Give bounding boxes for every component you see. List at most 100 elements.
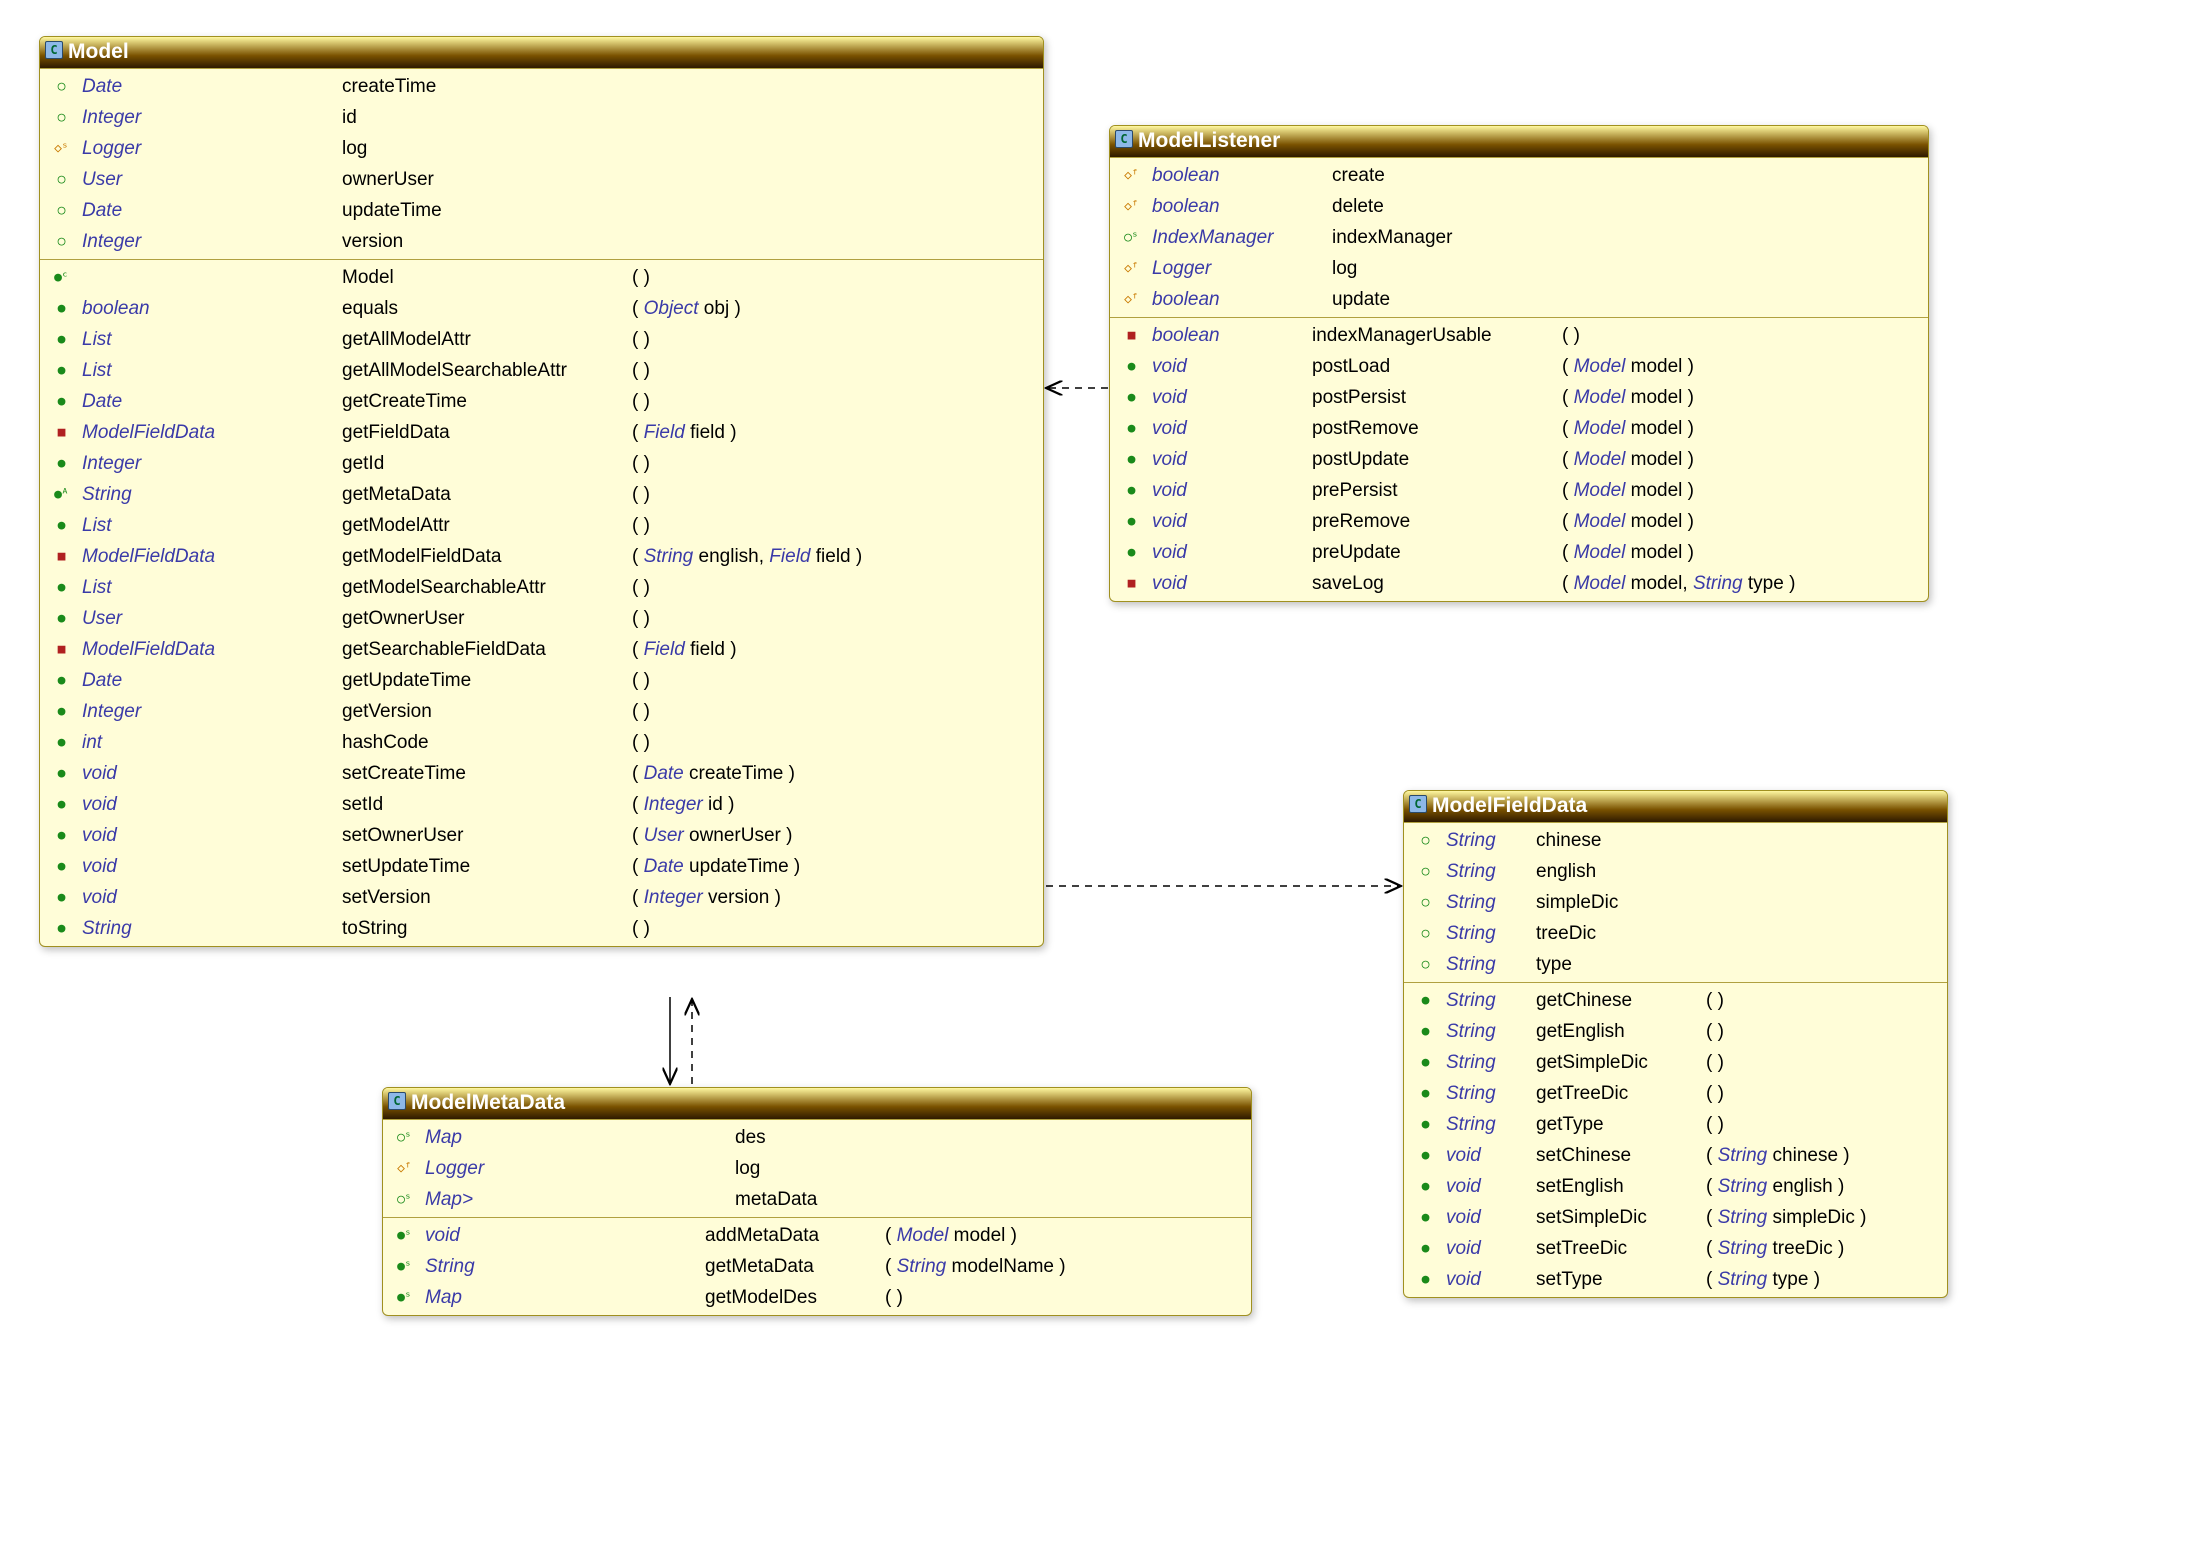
class-member-row: ●StringtoString( ) — [40, 913, 1043, 944]
member-name: setChinese — [1536, 1140, 1706, 1171]
visibility-icon: ●ᴬ — [50, 479, 72, 510]
member-params: ( ) — [632, 603, 1033, 634]
class-member-row: ●IntegergetVersion( ) — [40, 696, 1043, 727]
class-member-row: ○StringsimpleDic — [1404, 887, 1947, 918]
member-name: toString — [342, 913, 632, 944]
member-params: ( Model model ) — [1562, 537, 1918, 568]
member-type: void — [1152, 351, 1312, 382]
visibility-icon: ○ — [1414, 887, 1436, 918]
class-member-row: ●voidpostRemove( Model model ) — [1110, 413, 1928, 444]
class-member-row: ◇ᶠbooleancreate — [1110, 160, 1928, 191]
class-member-row: ●voidsetChinese( String chinese ) — [1404, 1140, 1947, 1171]
member-type: void — [1152, 444, 1312, 475]
member-type: boolean — [1152, 320, 1312, 351]
visibility-icon: ◇ᶠ — [1120, 253, 1142, 284]
member-params: ( Field field ) — [632, 417, 1033, 448]
member-name: getMetaData — [342, 479, 632, 510]
member-params: ( ) — [632, 324, 1033, 355]
member-params: ( ) — [632, 727, 1033, 758]
class-modelMetaData: CModelMetaData○ˢMapdes◇ᶠLoggerlog○ˢMap>m… — [382, 1087, 1252, 1316]
member-name: treeDic — [1536, 918, 1937, 949]
class-member-row: ◇ᶠbooleanupdate — [1110, 284, 1928, 315]
member-name: saveLog — [1312, 568, 1562, 599]
visibility-icon: ● — [50, 882, 72, 913]
member-type: Map — [425, 1282, 705, 1313]
member-name: createTime — [342, 71, 632, 102]
member-name: getEnglish — [1536, 1016, 1706, 1047]
member-name: id — [342, 102, 632, 133]
member-name: update — [1332, 284, 1918, 315]
visibility-icon: ● — [1414, 1233, 1436, 1264]
member-type: boolean — [1152, 284, 1332, 315]
class-member-row: ◇ˢLoggerlog — [40, 133, 1043, 164]
member-type: void — [82, 851, 342, 882]
member-name: postRemove — [1312, 413, 1562, 444]
class-member-row: ○StringtreeDic — [1404, 918, 1947, 949]
member-name: setType — [1536, 1264, 1706, 1295]
class-member-row: ●voidpreUpdate( Model model ) — [1110, 537, 1928, 568]
methods-section: ■booleanindexManagerUsable( )●voidpostLo… — [1110, 317, 1928, 601]
member-params: ( ) — [1706, 1078, 1937, 1109]
member-name: postPersist — [1312, 382, 1562, 413]
visibility-icon: ○ — [1414, 856, 1436, 887]
class-member-row: ■ModelFieldDatagetFieldData( Field field… — [40, 417, 1043, 448]
class-member-row: ●voidsetType( String type ) — [1404, 1264, 1947, 1295]
class-badge-icon: C — [388, 1092, 406, 1110]
member-name: postLoad — [1312, 351, 1562, 382]
member-params: ( ) — [632, 696, 1033, 727]
class-member-row: ●voidpostUpdate( Model model ) — [1110, 444, 1928, 475]
member-params: ( Date updateTime ) — [632, 851, 1033, 882]
member-name: getModelAttr — [342, 510, 632, 541]
member-name: getOwnerUser — [342, 603, 632, 634]
visibility-icon: ● — [50, 696, 72, 727]
class-member-row: ■booleanindexManagerUsable( ) — [1110, 320, 1928, 351]
member-name: metaData — [735, 1184, 1241, 1215]
member-params: ( String treeDic ) — [1706, 1233, 1937, 1264]
member-params: ( String english, Field field ) — [632, 541, 1033, 572]
visibility-icon: ● — [1120, 506, 1142, 537]
member-type: String — [1446, 1078, 1536, 1109]
visibility-icon: ○ — [1414, 918, 1436, 949]
member-name: chinese — [1536, 825, 1937, 856]
member-name: postUpdate — [1312, 444, 1562, 475]
member-name: updateTime — [342, 195, 632, 226]
member-type: Integer — [82, 696, 342, 727]
member-name: setEnglish — [1536, 1171, 1706, 1202]
member-params: ( User ownerUser ) — [632, 820, 1033, 851]
class-member-row: ●ListgetAllModelAttr( ) — [40, 324, 1043, 355]
class-member-row: ●ˢMapgetModelDes( ) — [383, 1282, 1251, 1313]
member-type: void — [1152, 506, 1312, 537]
class-member-row: ○Stringtype — [1404, 949, 1947, 980]
visibility-icon: ●ˢ — [393, 1282, 415, 1313]
class-badge-icon: C — [1409, 795, 1427, 813]
member-type: void — [1446, 1140, 1536, 1171]
member-name: getChinese — [1536, 985, 1706, 1016]
visibility-icon: ● — [1414, 1264, 1436, 1295]
member-type: String — [1446, 1016, 1536, 1047]
member-params: ( String simpleDic ) — [1706, 1202, 1937, 1233]
member-type: Integer — [82, 226, 342, 257]
class-title: CModel — [40, 37, 1043, 68]
member-params: ( Object obj ) — [632, 293, 1033, 324]
class-member-row: ●voidsetEnglish( String english ) — [1404, 1171, 1947, 1202]
visibility-icon: ○ˢ — [393, 1122, 415, 1153]
visibility-icon: ● — [1120, 444, 1142, 475]
member-type: User — [82, 164, 342, 195]
visibility-icon: ● — [50, 572, 72, 603]
class-title: CModelListener — [1110, 126, 1928, 157]
member-params: ( Model model ) — [1562, 475, 1918, 506]
class-member-row: ●UsergetOwnerUser( ) — [40, 603, 1043, 634]
member-type: void — [1152, 382, 1312, 413]
class-member-row: ○ˢMap>metaData — [383, 1184, 1251, 1215]
visibility-icon: ○ˢ — [1120, 222, 1142, 253]
member-name: getSearchableFieldData — [342, 634, 632, 665]
member-type: ModelFieldData — [82, 634, 342, 665]
visibility-icon: ● — [1414, 1016, 1436, 1047]
visibility-icon: ● — [50, 665, 72, 696]
member-type: Logger — [1152, 253, 1332, 284]
class-name: ModelMetaData — [411, 1091, 565, 1114]
class-member-row: ●voidsetCreateTime( Date createTime ) — [40, 758, 1043, 789]
class-member-row: ●voidpostLoad( Model model ) — [1110, 351, 1928, 382]
member-name: getCreateTime — [342, 386, 632, 417]
member-type: String — [425, 1251, 705, 1282]
